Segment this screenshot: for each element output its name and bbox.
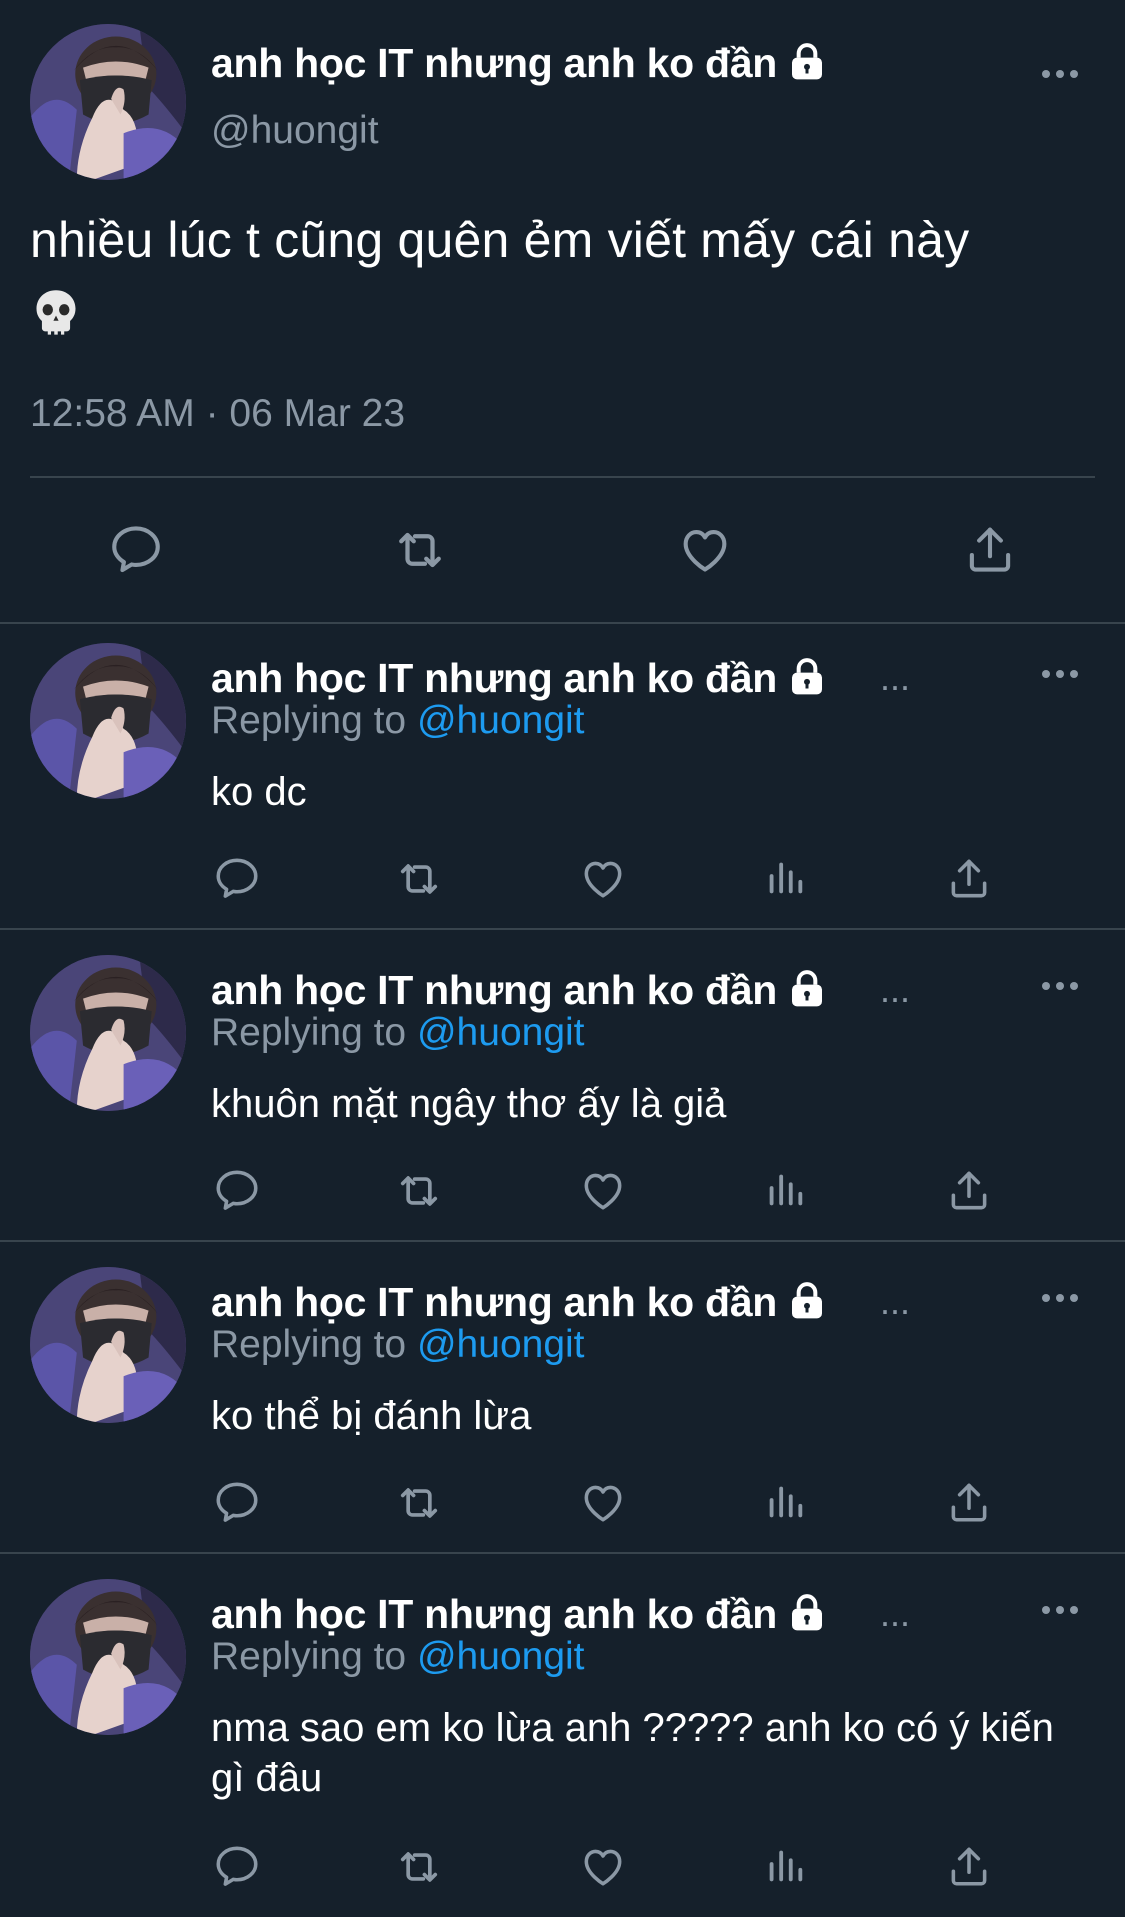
replying-to: Replying to @huongit <box>211 1323 585 1367</box>
more-options-icon[interactable] <box>1042 980 1082 992</box>
tweet-timestamp: 12:58 AM · 06 Mar 23 <box>30 392 406 435</box>
user-handle[interactable]: @huongit <box>211 109 379 153</box>
reply-icon[interactable] <box>212 1841 262 1891</box>
reply-icon[interactable] <box>212 1477 262 1527</box>
reply-tweet[interactable]: anh học IT nhưng anh ko đần ... Replying… <box>0 1267 1125 1552</box>
lock-icon <box>787 656 827 696</box>
share-icon[interactable] <box>944 1477 994 1527</box>
retweet-icon[interactable] <box>393 853 445 905</box>
skull-emoji <box>30 287 82 357</box>
avatar[interactable] <box>30 955 186 1111</box>
reply-tweet[interactable]: anh học IT nhưng anh ko đần ... Replying… <box>0 1579 1125 1917</box>
replying-to-label: Replying to <box>211 699 407 742</box>
divider <box>0 622 1125 624</box>
lock-icon <box>787 1592 827 1632</box>
replying-to-handle-link[interactable]: @huongit <box>417 1011 585 1054</box>
display-name[interactable]: anh học IT nhưng anh ko đần <box>211 1279 827 1326</box>
more-options-icon[interactable] <box>1042 1604 1082 1616</box>
name-truncation: ... <box>880 657 911 698</box>
share-icon[interactable] <box>944 1841 994 1891</box>
share-icon[interactable] <box>944 1165 994 1215</box>
lock-icon <box>787 1280 827 1320</box>
name-truncation: ... <box>880 1593 911 1634</box>
replying-to: Replying to @huongit <box>211 699 585 743</box>
display-name[interactable]: anh học IT nhưng anh ko đần <box>211 967 827 1014</box>
share-icon[interactable] <box>961 520 1019 578</box>
lock-icon <box>787 968 827 1008</box>
main-tweet: anh học IT nhưng anh ko đần @huongit nhi… <box>0 0 1125 622</box>
display-name[interactable]: anh học IT nhưng anh ko đần <box>211 1591 827 1638</box>
reply-icon[interactable] <box>212 853 262 903</box>
like-icon[interactable] <box>578 853 628 903</box>
name-truncation: ... <box>880 1281 911 1322</box>
reply-text: ko thể bị đánh lừa <box>211 1394 532 1438</box>
display-name-text: anh học IT nhưng anh ko đần <box>211 1591 777 1637</box>
display-name-text: anh học IT nhưng anh ko đần <box>211 655 777 701</box>
more-options-icon[interactable] <box>1042 68 1082 80</box>
avatar[interactable] <box>30 1267 186 1423</box>
name-truncation: ... <box>880 969 911 1010</box>
share-icon[interactable] <box>944 853 994 903</box>
replying-to: Replying to @huongit <box>211 1011 585 1055</box>
analytics-icon[interactable] <box>762 855 808 901</box>
retweet-icon[interactable] <box>393 1841 445 1893</box>
avatar-image <box>30 24 186 180</box>
like-icon[interactable] <box>578 1477 628 1527</box>
retweet-icon[interactable] <box>393 1165 445 1217</box>
avatar[interactable] <box>30 24 186 180</box>
display-name[interactable]: anh học IT nhưng anh ko đần <box>211 40 827 87</box>
reply-icon[interactable] <box>107 520 165 578</box>
like-icon[interactable] <box>578 1841 628 1891</box>
avatar-image <box>30 643 186 799</box>
avatar[interactable] <box>30 1579 186 1735</box>
replying-to-handle-link[interactable]: @huongit <box>417 699 585 742</box>
display-name-text: anh học IT nhưng anh ko đần <box>211 40 777 86</box>
retweet-icon[interactable] <box>390 520 450 580</box>
display-name[interactable]: anh học IT nhưng anh ko đần <box>211 655 827 702</box>
tweet-text: nhiều lúc t cũng quên ẻm viết mấy cái nà… <box>30 205 1100 357</box>
replying-to-label: Replying to <box>211 1635 407 1678</box>
tweet-text-body: nhiều lúc t cũng quên ẻm viết mấy cái nà… <box>30 212 970 268</box>
reply-tweet[interactable]: anh học IT nhưng anh ko đần ... Replying… <box>0 955 1125 1240</box>
reply-icon[interactable] <box>212 1165 262 1215</box>
divider <box>0 1552 1125 1554</box>
analytics-icon[interactable] <box>762 1843 808 1889</box>
more-options-icon[interactable] <box>1042 1292 1082 1304</box>
avatar-image <box>30 1267 186 1423</box>
avatar-image <box>30 955 186 1111</box>
replying-to: Replying to @huongit <box>211 1635 585 1679</box>
avatar-image <box>30 1579 186 1735</box>
retweet-icon[interactable] <box>393 1477 445 1529</box>
replying-to-handle-link[interactable]: @huongit <box>417 1635 585 1678</box>
avatar[interactable] <box>30 643 186 799</box>
like-icon[interactable] <box>676 520 734 578</box>
replying-to-handle-link[interactable]: @huongit <box>417 1323 585 1366</box>
reply-text: ko dc <box>211 770 307 814</box>
reply-tweet[interactable]: anh học IT nhưng anh ko đần ... Replying… <box>0 643 1125 928</box>
more-options-icon[interactable] <box>1042 668 1082 680</box>
divider <box>0 928 1125 930</box>
skull-icon <box>36 290 76 335</box>
display-name-text: anh học IT nhưng anh ko đần <box>211 967 777 1013</box>
divider <box>0 1240 1125 1242</box>
display-name-text: anh học IT nhưng anh ko đần <box>211 1279 777 1325</box>
reply-text: khuôn mặt ngây thơ ấy là giả <box>211 1082 727 1126</box>
replying-to-label: Replying to <box>211 1323 407 1366</box>
replying-to-label: Replying to <box>211 1011 407 1054</box>
analytics-icon[interactable] <box>762 1479 808 1525</box>
reply-text: nma sao em ko lừa anh ????? anh ko có ý … <box>211 1706 1054 1800</box>
like-icon[interactable] <box>578 1165 628 1215</box>
analytics-icon[interactable] <box>762 1167 808 1213</box>
divider <box>30 476 1095 478</box>
lock-icon <box>787 41 827 81</box>
